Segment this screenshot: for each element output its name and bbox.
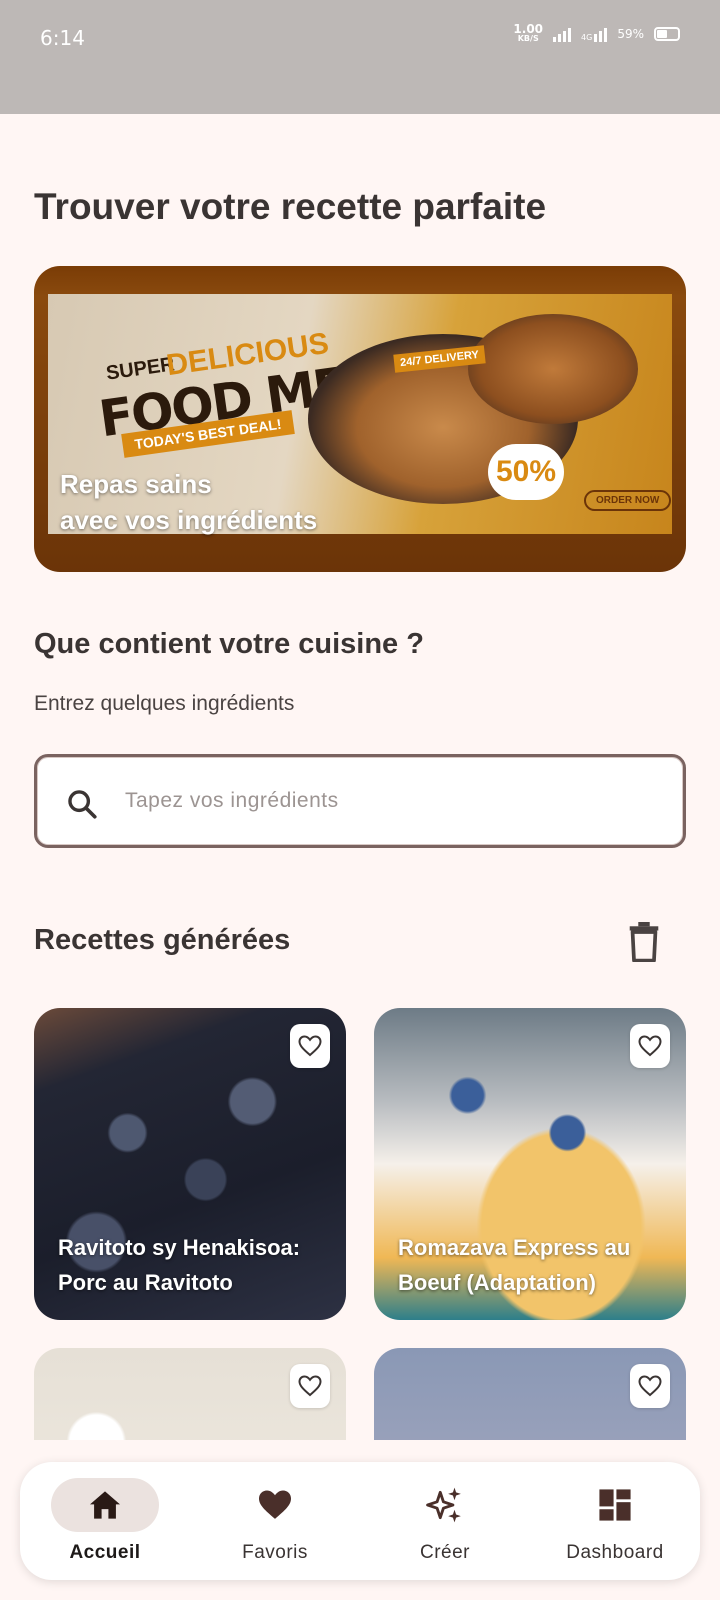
mobile-signal-icon: 4G (581, 26, 608, 42)
food-plate-image-secondary (468, 314, 638, 424)
sparkles-icon (426, 1487, 461, 1523)
signal-icon (553, 26, 572, 42)
recipe-card[interactable]: Romazava Express au Boeuf (Adaptation) (374, 1008, 686, 1320)
nav-label: Favoris (242, 1542, 308, 1563)
kitchen-section-title: Que contient votre cuisine ? (34, 628, 424, 660)
status-time: 6:14 (40, 26, 85, 50)
banner-sale-badge: 50% (488, 444, 564, 500)
heart-outline-icon (638, 1375, 662, 1397)
favorite-button[interactable] (630, 1364, 670, 1408)
favorite-button[interactable] (290, 1364, 330, 1408)
nav-item-favoris[interactable]: Favoris (190, 1478, 360, 1568)
dashboard-icon (599, 1489, 631, 1521)
search-icon (68, 790, 97, 819)
ingredient-search-input[interactable] (125, 757, 645, 845)
banner-caption: Repas sains avec vos ingrédients (60, 469, 318, 535)
nav-label: Dashboard (566, 1542, 664, 1563)
recipe-card[interactable] (34, 1348, 346, 1440)
recipe-title: Ravitoto sy Henakisoa: Porc au Ravitoto (58, 1235, 301, 1295)
bottom-navigation: Accueil Favoris Créer Dashboard (20, 1462, 700, 1580)
page-title: Trouver votre recette parfaite (34, 186, 547, 227)
nav-label: Créer (419, 1542, 470, 1563)
ingredient-search-box[interactable] (34, 754, 686, 848)
battery-icon (654, 27, 680, 41)
recipe-title: Romazava Express au Boeuf (Adaptation) (398, 1235, 631, 1295)
nav-item-creer[interactable]: Créer (360, 1478, 530, 1568)
recipe-card[interactable] (374, 1348, 686, 1440)
heart-outline-icon (298, 1035, 322, 1057)
home-icon (90, 1491, 120, 1519)
generated-recipes-title: Recettes générées (34, 924, 291, 956)
kitchen-section-subtitle: Entrez quelques ingrédients (34, 692, 295, 715)
favorite-button[interactable] (290, 1024, 330, 1068)
status-bar: 6:14 1.00 KB/S 4G 59% (0, 0, 720, 114)
heart-icon (259, 1490, 291, 1519)
delete-icon[interactable] (626, 922, 662, 962)
banner-order-badge: ORDER NOW (584, 490, 672, 511)
recipe-card[interactable]: Ravitoto sy Henakisoa: Porc au Ravitoto (34, 1008, 346, 1320)
heart-outline-icon (638, 1035, 662, 1057)
status-icons: 1.00 KB/S 4G 59% (513, 22, 680, 44)
favorite-button[interactable] (630, 1024, 670, 1068)
network-speed: 1.00 KB/S (513, 22, 544, 43)
heart-outline-icon (298, 1375, 322, 1397)
nav-item-dashboard[interactable]: Dashboard (530, 1478, 700, 1568)
nav-label: Accueil (69, 1542, 141, 1563)
battery-percent: 59% (617, 27, 644, 41)
hero-banner[interactable]: SUPER DELICIOUS FOOD MENU TODAY'S BEST D… (34, 266, 686, 572)
recipe-grid: Ravitoto sy Henakisoa: Porc au Ravitoto … (34, 1008, 686, 1440)
nav-item-accueil[interactable]: Accueil (20, 1478, 190, 1568)
nav-active-indicator (51, 1478, 159, 1532)
